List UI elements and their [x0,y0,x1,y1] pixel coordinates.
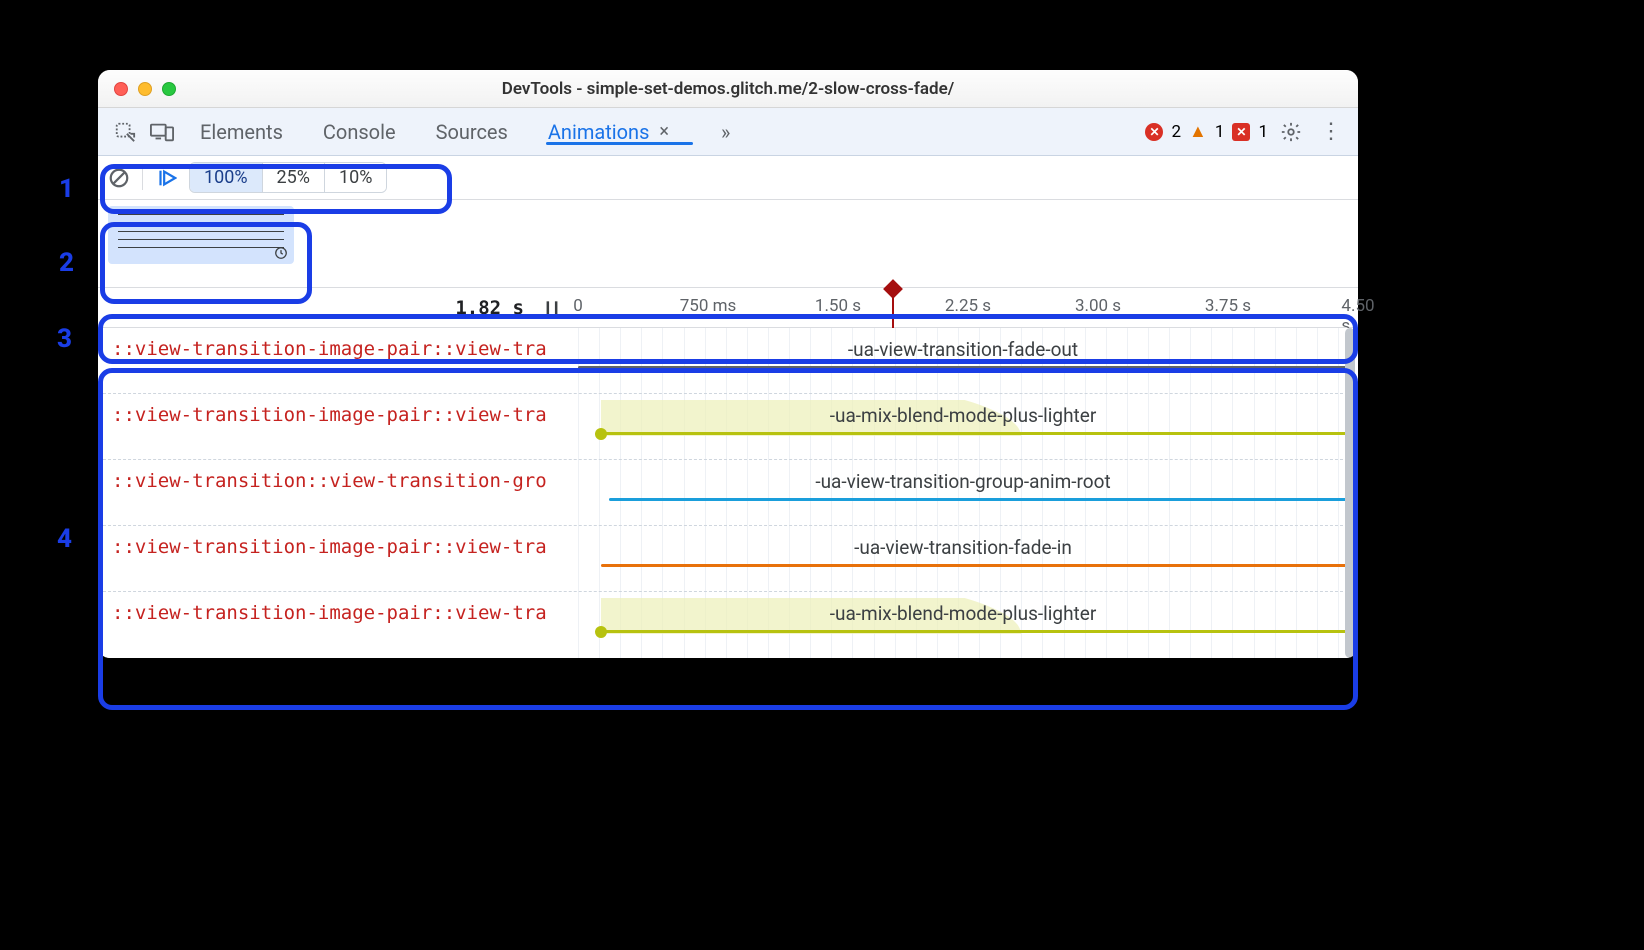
devtools-tabstrip: Elements Console Sources Animations × » … [98,108,1358,156]
close-tab-icon[interactable]: × [659,121,669,142]
animation-track[interactable] [601,630,1348,633]
ruler-tick-label: 750 ms [680,296,737,316]
animation-name: -ua-mix-blend-mode-plus-lighter [830,404,1097,427]
animation-row[interactable]: ::view-transition-image-pair::view-tra -u… [98,394,1358,460]
tab-elements[interactable]: Elements [200,120,283,144]
issue-count: 1 [1258,122,1268,142]
animation-track[interactable] [601,564,1348,567]
animation-track[interactable] [609,498,1348,501]
minimize-window-button[interactable] [138,82,152,96]
issue-icon: ✕ [1232,123,1250,141]
panel-tabs: Elements Console Sources Animations × » [200,120,730,144]
animation-name: -ua-mix-blend-mode-plus-lighter [830,602,1097,625]
annotation-2: 2 [59,248,74,278]
animation-track-area[interactable]: -ua-view-transition-fade-in [578,526,1348,591]
separator [142,166,143,190]
ruler-tick-label: 3.75 s [1205,296,1251,316]
status-chips[interactable]: ✕ 2 ▲ 1 ✕ 1 [1143,122,1268,142]
window-title: DevTools - simple-set-demos.glitch.me/2-… [98,79,1358,99]
vertical-scrollbar[interactable] [1344,328,1356,658]
animation-name: -ua-view-transition-group-anim-root [815,470,1110,493]
clock-icon [274,246,288,260]
warning-count: 1 [1215,122,1225,142]
animation-track[interactable] [578,366,1348,369]
animation-track-area[interactable]: -ua-mix-blend-mode-plus-lighter [578,592,1348,658]
speed-10[interactable]: 10% [324,163,386,192]
scrollbar-thumb[interactable] [1345,328,1355,658]
ruler-tick-label: 0 [573,296,583,316]
keyframe-dot[interactable] [595,428,607,440]
animation-track-area[interactable]: -ua-mix-blend-mode-plus-lighter [578,394,1348,459]
zoom-window-button[interactable] [162,82,176,96]
error-count: 2 [1171,122,1181,142]
window-controls [98,82,176,96]
tab-console[interactable]: Console [323,120,396,144]
error-icon: ✕ [1145,123,1163,141]
inspect-element-icon[interactable] [114,121,136,143]
devtools-window: DevTools - simple-set-demos.glitch.me/2-… [98,70,1358,658]
animation-name: -ua-view-transition-fade-out [848,338,1078,361]
current-time-label: 1.82 s [455,297,524,319]
animation-selector[interactable]: ::view-transition::view-transition-gro [112,470,582,492]
animation-track[interactable] [601,432,1348,435]
animation-row[interactable]: ::view-transition-image-pair::view-tra -u… [98,526,1358,592]
animation-track-area[interactable]: -ua-view-transition-fade-out [578,328,1348,393]
tab-animations[interactable]: Animations [548,120,650,144]
speed-100[interactable]: 100% [190,163,262,192]
animation-selector[interactable]: ::view-transition-image-pair::view-tra [112,536,582,558]
more-menu-button[interactable]: ⋮ [1316,119,1346,144]
ruler-tick-label: 2.25 s [945,296,991,316]
ruler-tick-label: 1.50 s [815,296,861,316]
window-titlebar: DevTools - simple-set-demos.glitch.me/2-… [98,70,1358,108]
annotation-1: 1 [59,174,74,204]
ruler-ticks[interactable]: 0750 ms1.50 s2.25 s3.00 s3.75 s4.50 s [578,288,1358,327]
timeline-ruler[interactable]: 1.82 s 0750 ms1.50 s2.25 s3.00 s3.75 s4.… [98,288,1358,328]
settings-button[interactable] [1280,121,1310,143]
tab-sources[interactable]: Sources [436,120,508,144]
animation-selector[interactable]: ::view-transition-image-pair::view-tra [112,338,582,360]
animation-name: -ua-view-transition-fade-in [854,536,1072,559]
close-window-button[interactable] [114,82,128,96]
speed-25[interactable]: 25% [262,163,324,192]
warning-icon: ▲ [1189,123,1207,141]
device-toolbar-icon[interactable] [150,121,174,143]
animation-buffer-row [98,200,1358,288]
clear-all-button[interactable] [104,163,134,193]
animation-row[interactable]: ::view-transition::view-transition-gro -u… [98,460,1358,526]
pause-resume-button[interactable] [151,163,181,193]
annotation-3: 3 [57,324,72,354]
animation-selector[interactable]: ::view-transition-image-pair::view-tra [112,602,582,624]
annotation-4: 4 [57,524,72,554]
ruler-tick-label: 3.00 s [1075,296,1121,316]
animation-controls-toolbar: 100% 25% 10% [98,156,1358,200]
playback-speed-group: 100% 25% 10% [189,162,387,193]
animation-group-thumbnail[interactable] [108,206,294,264]
animation-details: ::view-transition-image-pair::view-tra-u… [98,328,1358,658]
animation-selector[interactable]: ::view-transition-image-pair::view-tra [112,404,582,426]
animation-row[interactable]: ::view-transition-image-pair::view-tra -u… [98,592,1358,658]
timeline-pause-button[interactable] [542,298,562,318]
keyframe-dot[interactable] [595,626,607,638]
tabs-overflow-icon[interactable]: » [721,120,730,144]
animation-track-area[interactable]: -ua-view-transition-group-anim-root [578,460,1348,525]
animation-row[interactable]: ::view-transition-image-pair::view-tra -u… [98,328,1358,394]
